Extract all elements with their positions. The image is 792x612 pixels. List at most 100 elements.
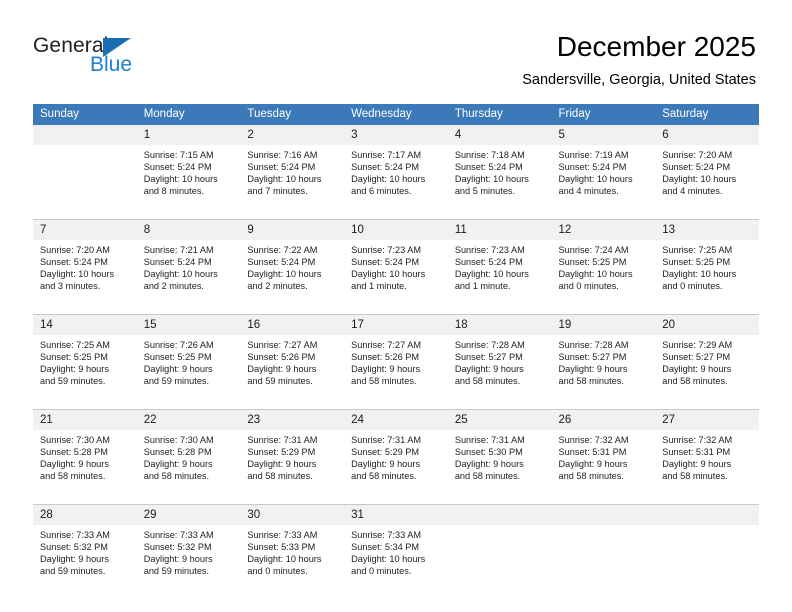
day-info-line: and 58 minutes. bbox=[662, 471, 728, 482]
day-cell-15[interactable]: Sunrise: 7:26 AM Sunset: 5:25 PM Daylight:… bbox=[136, 335, 241, 410]
day-info-line: Sunrise: 7:21 AM bbox=[143, 245, 214, 255]
day-cell-19[interactable]: Sunrise: 7:28 AM Sunset: 5:27 PM Daylight:… bbox=[551, 335, 656, 410]
calendar-header-row: Sunday Monday Tuesday Wednesday Thursday Frid… bbox=[33, 104, 759, 125]
general-blue-logo[interactable]: General Blue bbox=[33, 34, 213, 82]
day-number-25[interactable]: 25 bbox=[447, 409, 552, 430]
day-cell-28[interactable]: Sunrise: 7:33 AM Sunset: 5:32 PM Daylight:… bbox=[33, 525, 137, 599]
day-number-19[interactable]: 19 bbox=[551, 314, 656, 335]
day-number-empty bbox=[33, 125, 137, 145]
day-info-line: Daylight: 9 hours bbox=[40, 459, 109, 470]
day-number-18[interactable]: 18 bbox=[447, 314, 552, 335]
day-number-17[interactable]: 17 bbox=[344, 314, 448, 335]
calendar-page: General Blue December 2025 Sandersville,… bbox=[0, 0, 792, 612]
day-number-13[interactable]: 13 bbox=[655, 219, 759, 240]
day-info-line: and 1 minute. bbox=[454, 281, 511, 292]
day-number-4[interactable]: 4 bbox=[447, 125, 552, 145]
weekday-header-monday: Monday bbox=[136, 104, 241, 125]
day-info-line: Sunrise: 7:32 AM bbox=[662, 435, 733, 445]
day-info-line: Sunset: 5:25 PM bbox=[143, 352, 212, 363]
day-cell-8[interactable]: Sunrise: 7:21 AM Sunset: 5:24 PM Daylight:… bbox=[136, 240, 241, 315]
day-cell-3[interactable]: Sunrise: 7:17 AM Sunset: 5:24 PM Daylight:… bbox=[344, 145, 448, 220]
day-info-line: Sunset: 5:27 PM bbox=[558, 352, 627, 363]
day-cell-13[interactable]: Sunrise: 7:25 AM Sunset: 5:25 PM Daylight:… bbox=[655, 240, 759, 315]
day-info-line: Sunrise: 7:32 AM bbox=[558, 435, 629, 445]
day-number-29[interactable]: 29 bbox=[136, 504, 241, 525]
day-cell-7[interactable]: Sunrise: 7:20 AM Sunset: 5:24 PM Daylight:… bbox=[33, 240, 137, 315]
day-cell-24[interactable]: Sunrise: 7:31 AM Sunset: 5:29 PM Daylight:… bbox=[344, 430, 448, 505]
day-info-line: Daylight: 10 hours bbox=[662, 269, 737, 280]
day-cell-21[interactable]: Sunrise: 7:30 AM Sunset: 5:28 PM Daylight:… bbox=[33, 430, 137, 505]
day-cell-27[interactable]: Sunrise: 7:32 AM Sunset: 5:31 PM Daylight:… bbox=[655, 430, 759, 505]
day-number-3[interactable]: 3 bbox=[344, 125, 448, 145]
day-number-28[interactable]: 28 bbox=[33, 504, 137, 525]
day-cell-29[interactable]: Sunrise: 7:33 AM Sunset: 5:32 PM Daylight:… bbox=[136, 525, 241, 599]
day-number-2[interactable]: 2 bbox=[240, 125, 345, 145]
day-info-line: Daylight: 10 hours bbox=[351, 174, 426, 185]
day-info-line: Sunset: 5:27 PM bbox=[454, 352, 523, 363]
day-info-line: Sunset: 5:24 PM bbox=[247, 162, 316, 173]
calendar-container: Sunday Monday Tuesday Wednesday Thursday Frid… bbox=[33, 104, 759, 599]
day-cell-5[interactable]: Sunrise: 7:19 AM Sunset: 5:24 PM Daylight:… bbox=[551, 145, 656, 220]
day-cell-22[interactable]: Sunrise: 7:30 AM Sunset: 5:28 PM Daylight:… bbox=[136, 430, 241, 505]
day-number-6[interactable]: 6 bbox=[655, 125, 759, 145]
day-number-5[interactable]: 5 bbox=[551, 125, 656, 145]
day-cell-31[interactable]: Sunrise: 7:33 AM Sunset: 5:34 PM Daylight:… bbox=[344, 525, 448, 599]
page-title: December 2025 bbox=[556, 31, 756, 62]
weekday-header-tuesday: Tuesday bbox=[240, 104, 345, 125]
day-info-line: and 0 minutes. bbox=[558, 281, 619, 292]
title-block: December 2025 Sandersville, Georgia, Uni… bbox=[522, 30, 756, 90]
day-cell-20[interactable]: Sunrise: 7:29 AM Sunset: 5:27 PM Daylight:… bbox=[655, 335, 759, 410]
day-info-line: Daylight: 9 hours bbox=[454, 459, 524, 470]
day-cell-11[interactable]: Sunrise: 7:23 AM Sunset: 5:24 PM Daylight:… bbox=[447, 240, 552, 315]
day-number-15[interactable]: 15 bbox=[136, 314, 241, 335]
day-cell-30[interactable]: Sunrise: 7:33 AM Sunset: 5:33 PM Daylight:… bbox=[240, 525, 345, 599]
day-info-line: Sunrise: 7:31 AM bbox=[351, 435, 422, 445]
day-number-23[interactable]: 23 bbox=[240, 409, 345, 430]
day-cell-2[interactable]: Sunrise: 7:16 AM Sunset: 5:24 PM Daylight:… bbox=[240, 145, 345, 220]
day-number-21[interactable]: 21 bbox=[33, 409, 137, 430]
day-cell-26[interactable]: Sunrise: 7:32 AM Sunset: 5:31 PM Daylight:… bbox=[551, 430, 656, 505]
day-number-7[interactable]: 7 bbox=[33, 219, 137, 240]
day-number-9[interactable]: 9 bbox=[240, 219, 345, 240]
day-number-16[interactable]: 16 bbox=[240, 314, 345, 335]
day-number-14[interactable]: 14 bbox=[33, 314, 137, 335]
day-number-20[interactable]: 20 bbox=[655, 314, 759, 335]
week-daynumber-row: 123456 bbox=[33, 125, 759, 145]
day-number-8[interactable]: 8 bbox=[136, 219, 241, 240]
day-number-10[interactable]: 10 bbox=[344, 219, 448, 240]
day-cell-empty bbox=[551, 525, 656, 599]
day-info-line: Sunrise: 7:26 AM bbox=[143, 340, 214, 350]
day-info-line: Daylight: 10 hours bbox=[351, 554, 426, 565]
day-info-line: and 58 minutes. bbox=[558, 471, 624, 482]
day-cell-9[interactable]: Sunrise: 7:22 AM Sunset: 5:24 PM Daylight:… bbox=[240, 240, 345, 315]
day-info-line: Sunrise: 7:20 AM bbox=[40, 245, 110, 255]
day-cell-12[interactable]: Sunrise: 7:24 AM Sunset: 5:25 PM Daylight:… bbox=[551, 240, 656, 315]
day-info-line: and 58 minutes. bbox=[351, 376, 417, 387]
day-number-22[interactable]: 22 bbox=[136, 409, 241, 430]
day-number-24[interactable]: 24 bbox=[344, 409, 448, 430]
day-cell-10[interactable]: Sunrise: 7:23 AM Sunset: 5:24 PM Daylight:… bbox=[344, 240, 448, 315]
day-number-1[interactable]: 1 bbox=[136, 125, 241, 145]
day-number-30[interactable]: 30 bbox=[240, 504, 345, 525]
day-cell-14[interactable]: Sunrise: 7:25 AM Sunset: 5:25 PM Daylight:… bbox=[33, 335, 137, 410]
day-number-31[interactable]: 31 bbox=[344, 504, 448, 525]
day-info-line: Sunrise: 7:15 AM bbox=[143, 150, 214, 160]
day-cell-1[interactable]: Sunrise: 7:15 AM Sunset: 5:24 PM Daylight:… bbox=[136, 145, 241, 220]
day-cell-6[interactable]: Sunrise: 7:20 AM Sunset: 5:24 PM Daylight:… bbox=[655, 145, 759, 220]
day-number-27[interactable]: 27 bbox=[655, 409, 759, 430]
day-cell-23[interactable]: Sunrise: 7:31 AM Sunset: 5:29 PM Daylight:… bbox=[240, 430, 345, 505]
location-subtitle: Sandersville, Georgia, United States bbox=[522, 72, 756, 88]
weekday-header-sunday: Sunday bbox=[33, 104, 137, 125]
day-number-11[interactable]: 11 bbox=[447, 219, 552, 240]
day-number-empty bbox=[655, 504, 759, 525]
day-cell-18[interactable]: Sunrise: 7:28 AM Sunset: 5:27 PM Daylight:… bbox=[447, 335, 552, 410]
day-number-12[interactable]: 12 bbox=[551, 219, 656, 240]
day-cell-25[interactable]: Sunrise: 7:31 AM Sunset: 5:30 PM Daylight:… bbox=[447, 430, 552, 505]
day-cell-4[interactable]: Sunrise: 7:18 AM Sunset: 5:24 PM Daylight:… bbox=[447, 145, 552, 220]
day-cell-17[interactable]: Sunrise: 7:27 AM Sunset: 5:26 PM Daylight:… bbox=[344, 335, 448, 410]
day-info-line: Daylight: 9 hours bbox=[247, 459, 317, 470]
day-cell-16[interactable]: Sunrise: 7:27 AM Sunset: 5:26 PM Daylight:… bbox=[240, 335, 345, 410]
week-info-row: Sunrise: 7:25 AM Sunset: 5:25 PM Daylight:… bbox=[33, 335, 759, 410]
day-info-line: Sunrise: 7:16 AM bbox=[247, 150, 318, 160]
day-number-26[interactable]: 26 bbox=[551, 409, 656, 430]
